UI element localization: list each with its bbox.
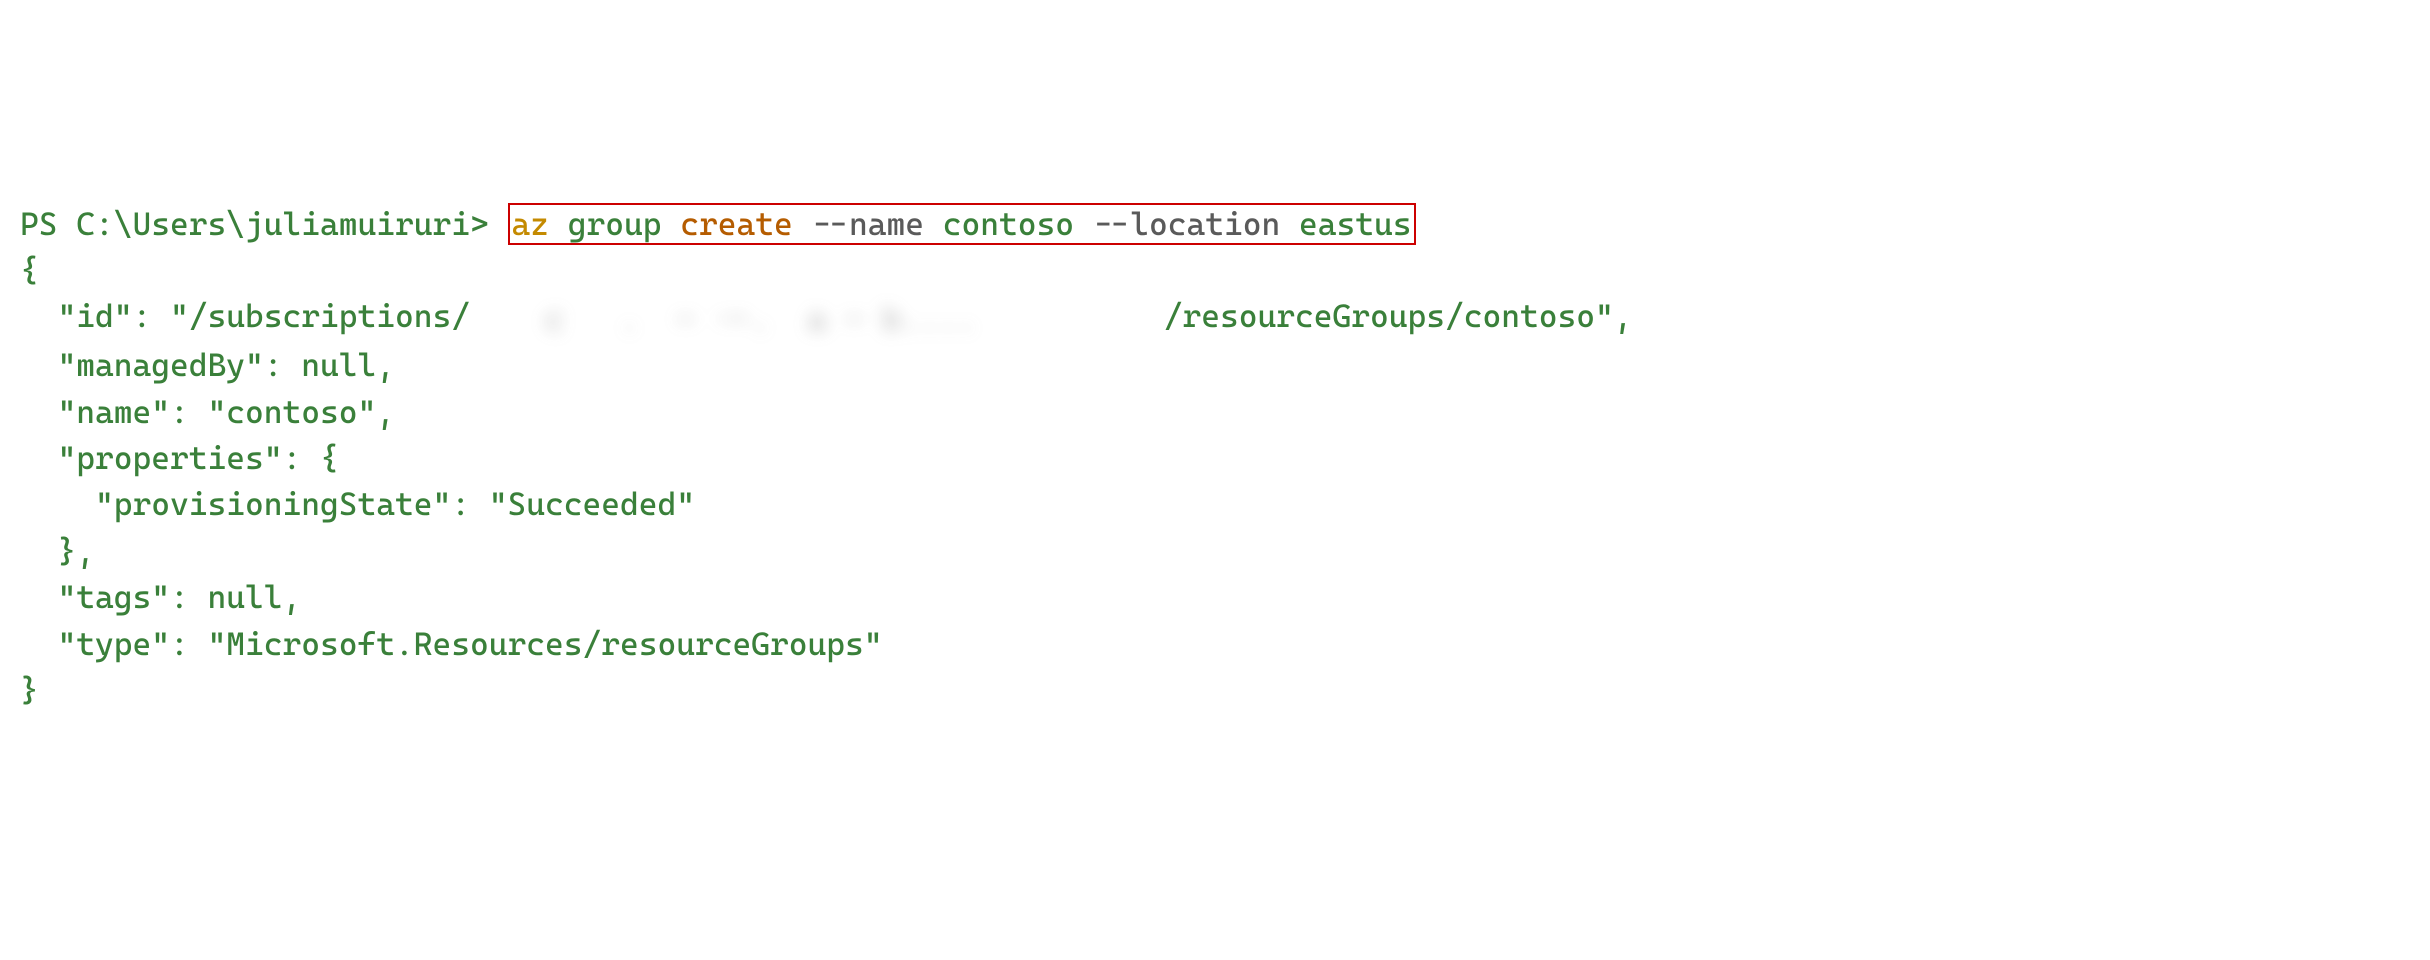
terminal-output: PS C:\Users\juliamuiruri> az group creat… <box>20 201 2410 714</box>
group-token: group <box>568 205 662 243</box>
json-id-line: "id": "/subscriptions/ c . - .-. a - b..… <box>20 293 2410 342</box>
name-flag: --name <box>812 205 925 243</box>
az-token: az <box>512 205 550 243</box>
json-name: "name": "contoso", <box>20 389 2410 435</box>
command-highlight-box: az group create --name contoso --locatio… <box>508 203 1416 245</box>
indent <box>20 297 58 335</box>
id-key: "id": " <box>58 297 189 335</box>
json-close: } <box>20 667 2410 713</box>
shell-prompt: PS C:\Users\juliamuiruri> <box>20 205 508 243</box>
id-suffix: /resourceGroups/contoso", <box>1164 297 1633 335</box>
name-value: contoso <box>943 205 1074 243</box>
json-properties-close: }, <box>20 528 2410 574</box>
json-tags: "tags": null, <box>20 574 2410 620</box>
location-value: eastus <box>1299 205 1412 243</box>
id-prefix: /subscriptions/ <box>189 297 470 335</box>
location-flag: --location <box>1093 205 1281 243</box>
json-managedby: "managedBy": null, <box>20 342 2410 388</box>
json-type: "type": "Microsoft.Resources/resourceGro… <box>20 621 2410 667</box>
command-line[interactable]: PS C:\Users\juliamuiruri> az group creat… <box>20 201 2410 247</box>
create-token: create <box>680 205 793 243</box>
json-properties-open: "properties": { <box>20 435 2410 481</box>
redacted-subscription-id: c . - .-. a - b.... <box>470 296 1164 342</box>
json-provisioning: "provisioningState": "Succeeded" <box>20 481 2410 527</box>
json-open: { <box>20 247 2410 293</box>
